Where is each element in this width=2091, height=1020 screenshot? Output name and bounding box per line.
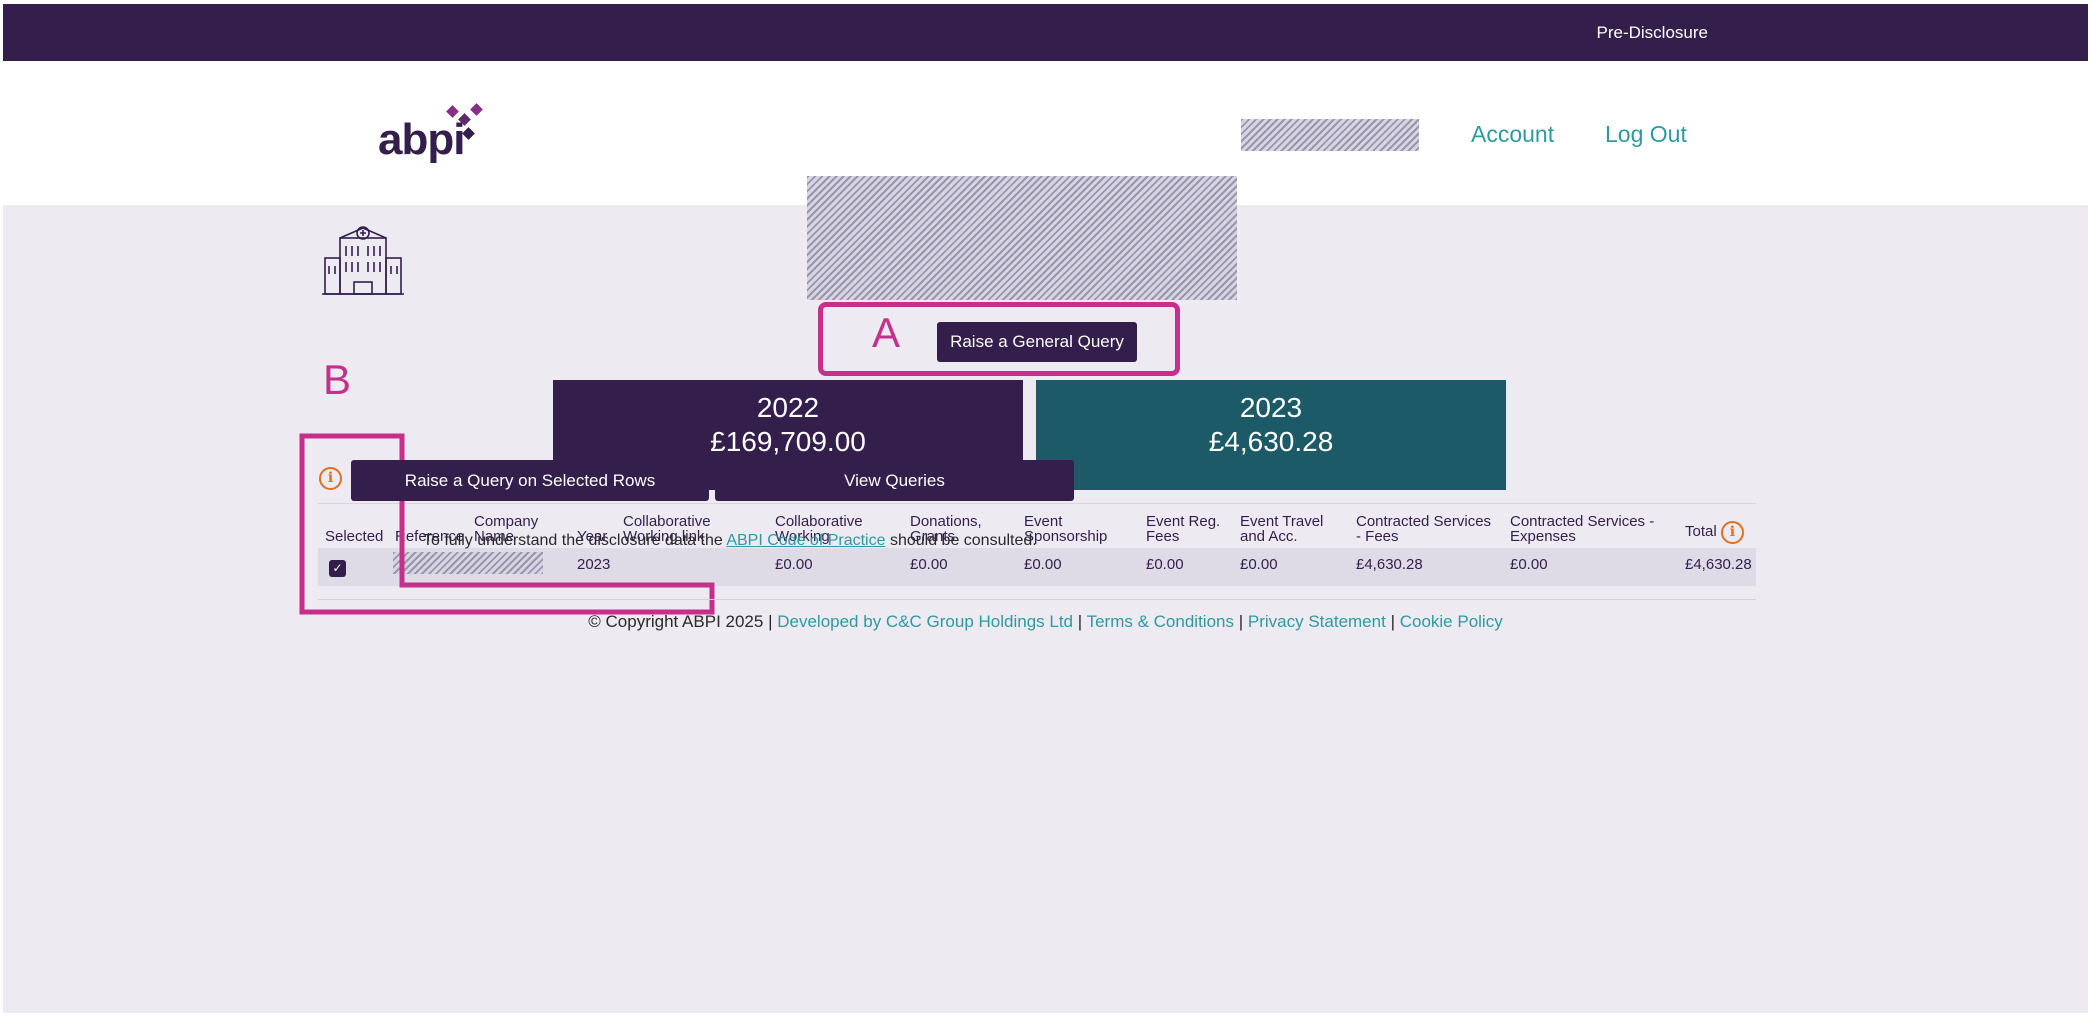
developed-by-link[interactable]: Developed by C&C Group Holdings Ltd (777, 612, 1073, 631)
terms-link[interactable]: Terms & Conditions (1087, 612, 1234, 631)
redacted-title (807, 176, 1237, 300)
year-label: 2022 (756, 392, 820, 423)
cell-total: £4,630.28 (1685, 556, 1752, 573)
cell-event-travel: £0.00 (1240, 556, 1278, 573)
header-event-reg-fees: Event Reg. Fees (1146, 513, 1221, 545)
cell-cs-expenses: £0.00 (1510, 556, 1548, 573)
privacy-link[interactable]: Privacy Statement (1248, 612, 1386, 631)
year-summary-2023[interactable]: 2023 £4,630.28 (1036, 380, 1506, 490)
footer-divider (318, 599, 1756, 600)
logout-link[interactable]: Log Out (1605, 121, 1687, 148)
header-event-travel: Event Travel and Acc. (1240, 513, 1324, 545)
footer: © Copyright ABPI 2025 | Developed by C&C… (588, 612, 1503, 631)
redacted-username (1241, 119, 1419, 151)
main-content: A Raise a General Query 2022 £169,709.00… (3, 176, 2088, 1013)
view-queries-button[interactable]: View Queries (715, 460, 1074, 501)
hospital-icon (322, 226, 404, 295)
raise-query-selected-rows-button[interactable]: Raise a Query on Selected Rows (351, 460, 709, 501)
cell-donations: £0.00 (910, 556, 948, 573)
cell-collab-working: £0.00 (775, 556, 813, 573)
pre-disclosure-link[interactable]: Pre-Disclosure (1597, 23, 1708, 43)
annotation-b-label: B (323, 356, 352, 403)
cookie-link[interactable]: Cookie Policy (1400, 612, 1503, 631)
year-label: 2023 (1239, 392, 1303, 423)
year-total: £4,630.28 (1208, 426, 1334, 457)
header-cs-expenses: Contracted Services - Expenses (1510, 513, 1655, 545)
info-icon[interactable]: i (1720, 521, 1744, 544)
raise-general-query-button[interactable]: Raise a General Query (937, 322, 1137, 362)
cell-event-sponsorship: £0.00 (1024, 556, 1062, 573)
logo-text: abpi (378, 115, 465, 164)
abpi-code-link[interactable]: ABPI Code of Practice (726, 532, 885, 549)
info-icon[interactable]: i (319, 467, 342, 490)
annotation-a-label: A (872, 309, 901, 356)
cell-cs-fees: £4,630.28 (1356, 556, 1423, 573)
header-total: Total i (1685, 521, 1744, 544)
header-cs-fees: Contracted Services - Fees (1356, 513, 1492, 545)
top-bar: Pre-Disclosure (3, 4, 2088, 61)
account-link[interactable]: Account (1471, 121, 1554, 148)
abpi-logo[interactable]: abpi (376, 101, 486, 171)
code-of-practice-note: To fully understand the disclosure data … (423, 532, 1037, 549)
cell-event-reg-fees: £0.00 (1146, 556, 1184, 573)
logo-mark (470, 103, 483, 116)
